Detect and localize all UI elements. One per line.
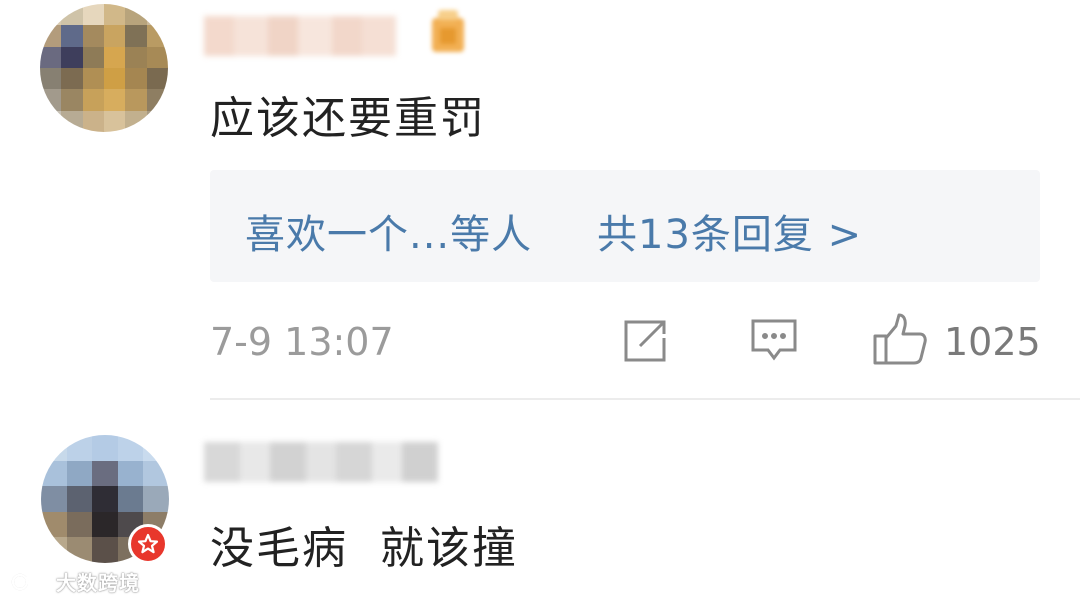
comment-item: 应该还要重罚 喜欢一个...等人 共13条回复 > 7-9 13:07 1025 — [0, 0, 1080, 398]
reply-likers[interactable]: 喜欢一个...等人 — [245, 202, 532, 260]
comment-text: 应该还要重罚 — [210, 93, 486, 144]
watermark: 大数跨境 — [10, 567, 140, 596]
weibo-logo-icon — [11, 573, 49, 590]
reply-preview[interactable]: 喜欢一个...等人 共13条回复 > — [210, 170, 1040, 282]
like-count: 1025 — [944, 320, 1041, 364]
avatar[interactable] — [40, 4, 168, 132]
star-badge-icon — [128, 524, 168, 564]
comment-text: 没毛病 就该撞 — [210, 523, 518, 574]
avatar-mosaic — [40, 4, 168, 132]
username-redacted[interactable] — [204, 16, 396, 56]
watermark-text: 大数跨境 — [56, 571, 140, 595]
member-icon — [428, 8, 468, 56]
forward-icon[interactable] — [620, 318, 670, 364]
comment-icon[interactable] — [750, 318, 798, 364]
username-redacted[interactable] — [204, 442, 438, 482]
comment-item: 没毛病 就该撞 — [0, 400, 1080, 601]
thumbs-up-icon[interactable] — [872, 312, 928, 366]
reply-count-link[interactable]: 共13条回复 > — [597, 202, 862, 260]
comment-thread: 应该还要重罚 喜欢一个...等人 共13条回复 > 7-9 13:07 1025… — [0, 0, 1080, 601]
timestamp: 7-9 13:07 — [210, 320, 394, 364]
